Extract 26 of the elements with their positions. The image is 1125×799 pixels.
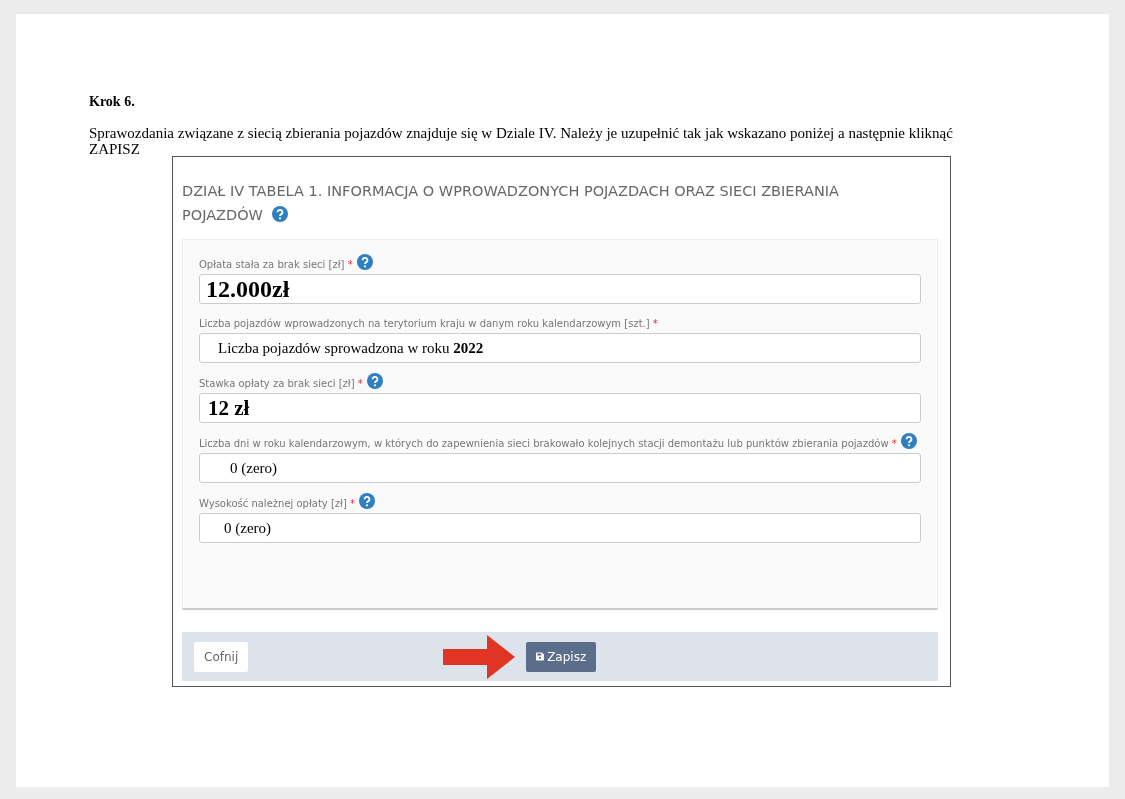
input-field[interactable]: 0 (zero) — [199, 453, 921, 483]
required-asterisk: * — [652, 318, 658, 329]
input-field[interactable]: 12.000zł — [199, 274, 921, 304]
form-title: DZIAŁ IV TABELA 1. INFORMACJA O WPROWADZONYCH POJAZDACH ORAZ SIECI ZBIERANIA POJAZDÓW — [182, 182, 840, 225]
back-button[interactable]: Cofnij — [194, 641, 249, 672]
step-heading: Krok 6. — [89, 94, 135, 110]
required-asterisk: * — [347, 259, 353, 270]
help-icon[interactable] — [359, 493, 376, 509]
required-asterisk: * — [357, 378, 363, 389]
field-label: Liczba pojazdów wprowadzonych na terytorium kraju w danym roku kalendarzowym [szt.] — [199, 317, 650, 331]
field-label: Liczba dni w roku kalendarzowym, w których do zapewnienia sieci brakowało kolejnych stacji demontażu lub punktów zbierania pojazdów — [199, 437, 889, 451]
field-label: Wysokość należnej opłaty [zł] — [199, 497, 347, 511]
help-icon[interactable] — [356, 254, 373, 270]
help-icon[interactable] — [271, 206, 288, 222]
field-label: Stawka opłaty za brak sieci [zł] — [199, 377, 355, 391]
input-field[interactable]: Liczba pojazdów sprowadzona w roku 2022 — [199, 333, 921, 363]
required-asterisk: * — [891, 438, 897, 449]
arrow-icon — [443, 634, 516, 679]
instruction-text: Sprawozdania związane z siecią zbierania pojazdów znajduje się w Dziale IV. Należy je uzupełnić tak jak wskazano poniżej a następnie kliknąć ZAPISZ — [89, 125, 954, 157]
input-field[interactable]: 12 zł — [199, 393, 921, 423]
field-label: Opłata stała za brak sieci [zł] — [199, 258, 345, 272]
save-button[interactable]: Zapisz — [526, 641, 597, 672]
input-field[interactable]: 0 (zero) — [199, 513, 921, 543]
help-icon[interactable] — [366, 373, 383, 389]
required-asterisk: * — [350, 498, 356, 509]
help-icon[interactable] — [900, 433, 917, 449]
